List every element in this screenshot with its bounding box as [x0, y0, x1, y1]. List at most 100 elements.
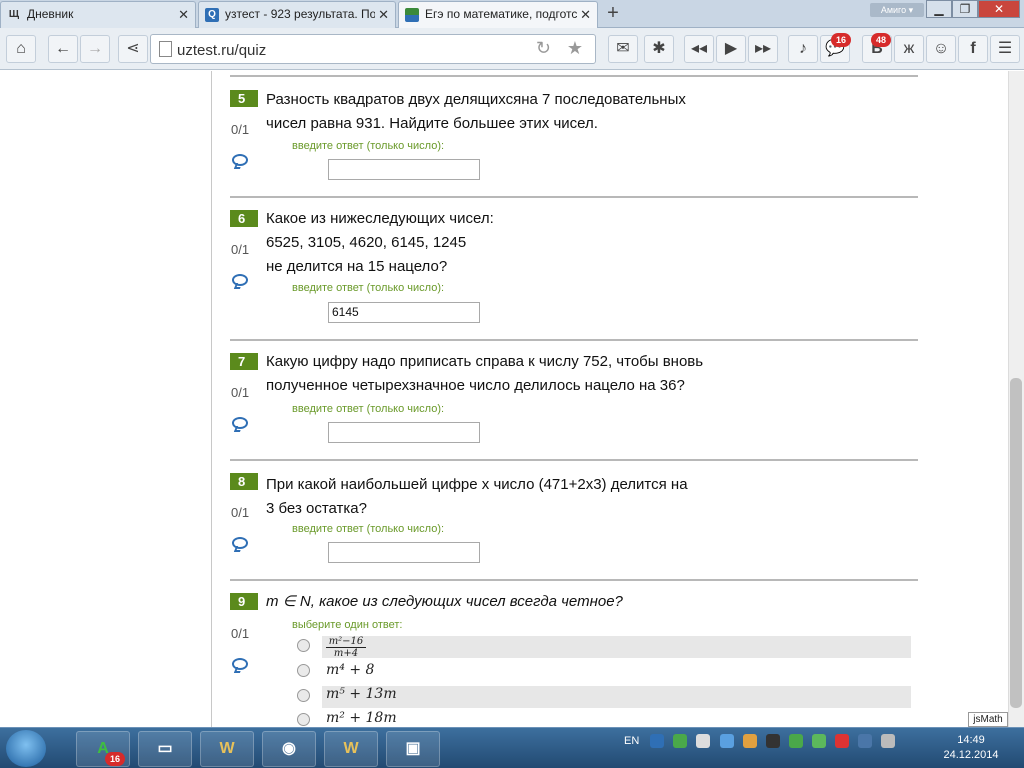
question-score: 0/1	[231, 122, 250, 137]
extensions-icon[interactable]: ✱	[644, 35, 674, 63]
cloud-icon[interactable]	[719, 734, 734, 748]
system-tray: EN	[624, 734, 901, 748]
question-text-line: Какое из нижеследующих чисел:	[266, 210, 494, 227]
left-border	[211, 71, 212, 727]
comment-icon[interactable]	[232, 154, 248, 166]
comment-icon[interactable]	[232, 658, 248, 670]
utorrent-icon[interactable]	[811, 734, 826, 748]
question-score: 0/1	[231, 505, 250, 520]
separator	[230, 75, 918, 77]
tab-search[interactable]: Q узтест - 923 результата. Поі ✕	[198, 1, 396, 28]
question-text-line: полученное четырехзначное число делилось…	[266, 377, 685, 394]
option-text[interactable]: m⁴ + 8	[326, 662, 374, 678]
network-error-icon[interactable]	[834, 734, 849, 748]
tab-uztest[interactable]: Егэ по математике, подготс ✕	[398, 1, 598, 29]
help-icon[interactable]	[650, 734, 665, 748]
comment-icon[interactable]	[232, 417, 248, 429]
language-indicator[interactable]: EN	[624, 735, 639, 747]
next-track-icon[interactable]: ▸▸	[748, 35, 778, 63]
scrollbar[interactable]	[1008, 71, 1024, 727]
separator	[230, 196, 918, 198]
start-button[interactable]	[6, 730, 46, 767]
clock[interactable]: 14:49 24.12.2014	[940, 733, 1002, 763]
close-tab-icon[interactable]: ✕	[378, 2, 389, 27]
tab-title: Егэ по математике, подготс	[425, 7, 577, 21]
home-icon[interactable]: ⌂	[6, 35, 36, 63]
vk-badge: 48	[871, 33, 891, 47]
forward-icon[interactable]: →	[80, 35, 110, 63]
warcraft-app-icon[interactable]: W	[200, 731, 254, 767]
answer-input[interactable]: 6145	[328, 302, 480, 323]
answer-input[interactable]	[328, 159, 480, 180]
close-tab-icon[interactable]: ✕	[178, 2, 189, 27]
question-text-line: Какую цифру надо приписать справа к числ…	[266, 353, 704, 370]
tab-strip: Щ Дневник ✕ Q узтест - 923 результата. П…	[0, 0, 1024, 29]
music-icon[interactable]: ♪	[788, 35, 818, 63]
display-icon[interactable]	[742, 734, 757, 748]
clock-date: 24.12.2014	[943, 749, 999, 761]
question-text-line: 3 без остатка?	[266, 500, 367, 517]
option-radio[interactable]	[297, 713, 310, 726]
shield-icon[interactable]	[788, 734, 803, 748]
comment-icon[interactable]	[232, 274, 248, 286]
answer-input[interactable]	[328, 542, 480, 563]
vk-tray-icon[interactable]	[857, 734, 872, 748]
separator	[230, 459, 918, 461]
maximize-icon[interactable]: ❐	[952, 0, 978, 18]
separator	[230, 579, 918, 581]
warcraft-app-icon[interactable]: W	[324, 731, 378, 767]
answer-input[interactable]	[328, 422, 480, 443]
vk-icon[interactable]: B 48	[862, 33, 892, 63]
image-viewer-app-icon[interactable]: ▣	[386, 731, 440, 767]
friends-icon[interactable]: ☺	[926, 35, 956, 63]
jsmath-button[interactable]: jsMath	[968, 712, 1008, 727]
clock-time: 14:49	[957, 734, 985, 746]
address-url[interactable]: uztest.ru/quiz	[177, 42, 266, 59]
amigo-app-icon[interactable]: A 16	[76, 731, 130, 767]
option-radio[interactable]	[297, 689, 310, 702]
steam-tray-icon[interactable]	[765, 734, 780, 748]
close-window-icon[interactable]: ✕	[978, 0, 1020, 18]
search-favicon-icon: Q	[205, 8, 219, 22]
bookmark-star-icon[interactable]: ★	[567, 38, 583, 59]
messages-icon[interactable]: 💬 16	[820, 33, 851, 63]
option-radio[interactable]	[297, 664, 310, 677]
previous-track-icon[interactable]: ◂◂	[684, 35, 714, 63]
diary-favicon-icon: Щ	[8, 9, 20, 20]
folder-app-icon[interactable]: ▭	[138, 731, 192, 767]
option-text[interactable]: m² + 18m	[326, 710, 397, 726]
share-icon[interactable]: ⋖	[118, 35, 148, 63]
amigo-tray-icon[interactable]	[673, 734, 688, 748]
choice-hint: выберите один ответ:	[292, 619, 403, 631]
tab-title: Дневник	[27, 7, 74, 21]
tab-diary[interactable]: Щ Дневник ✕	[0, 1, 196, 28]
question-score: 0/1	[231, 626, 250, 641]
scrollbar-thumb[interactable]	[1010, 378, 1022, 708]
back-icon[interactable]: ←	[48, 35, 78, 63]
menu-icon[interactable]: ☰	[990, 35, 1020, 63]
close-tab-icon[interactable]: ✕	[580, 2, 591, 27]
option-fraction[interactable]: m²−16 m+4	[326, 636, 366, 659]
answer-hint: введите ответ (только число):	[292, 282, 445, 294]
option-text[interactable]: m⁵ + 13m	[326, 686, 397, 702]
option-radio[interactable]	[297, 639, 310, 652]
signal-icon[interactable]	[880, 734, 895, 748]
reload-icon[interactable]: ↻	[536, 38, 551, 59]
comment-icon[interactable]	[232, 537, 248, 549]
question-score: 0/1	[231, 385, 250, 400]
question-number: 5	[230, 90, 258, 107]
option-row-shade	[322, 636, 911, 658]
mail-icon[interactable]: ✉	[608, 35, 638, 63]
facebook-icon[interactable]: f	[958, 35, 988, 63]
answer-hint: введите ответ (только число):	[292, 140, 445, 152]
odnoklassniki-icon[interactable]: ж	[894, 35, 924, 63]
page-icon	[159, 41, 172, 57]
profile-button[interactable]: Амиго ▾	[870, 3, 924, 17]
play-icon[interactable]: ▶	[716, 35, 746, 63]
volume-icon[interactable]	[696, 734, 711, 748]
separator	[230, 339, 918, 341]
minimize-icon[interactable]: ▁	[926, 0, 952, 18]
address-bar[interactable]: uztest.ru/quiz ↻ ★	[150, 34, 596, 64]
new-tab-button[interactable]: +	[602, 3, 624, 25]
steam-app-icon[interactable]: ◉	[262, 731, 316, 767]
